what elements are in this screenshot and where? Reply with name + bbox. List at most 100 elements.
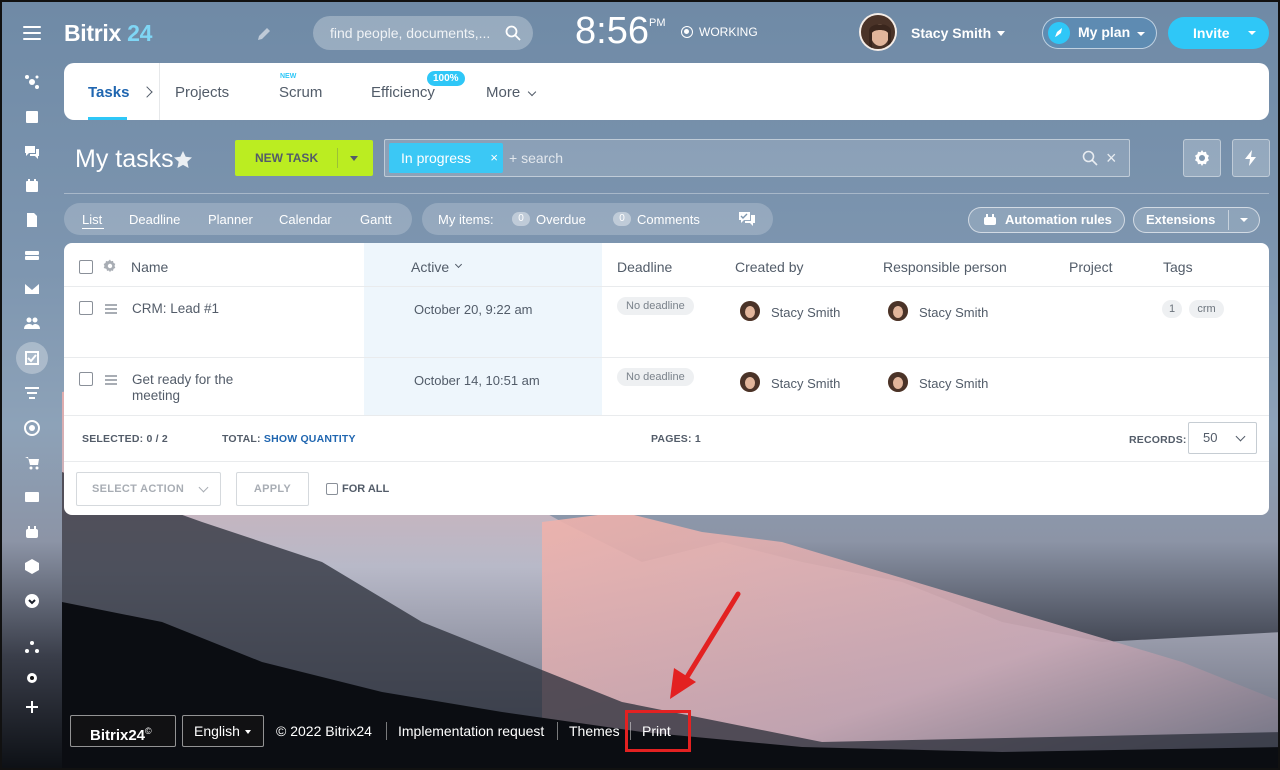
menu-icon[interactable] xyxy=(23,26,41,40)
user-menu-caret-icon[interactable] xyxy=(997,31,1005,36)
mail-icon[interactable] xyxy=(21,278,43,300)
row-checkbox[interactable] xyxy=(79,301,93,315)
column-header-project[interactable]: Project xyxy=(1069,259,1113,275)
tag-count-badge[interactable]: 1 xyxy=(1162,300,1182,318)
avatar[interactable] xyxy=(888,372,908,392)
read-all-chat-icon[interactable] xyxy=(738,211,756,227)
avatar[interactable] xyxy=(740,372,760,392)
search-icon[interactable] xyxy=(505,25,521,41)
view-deadline[interactable]: Deadline xyxy=(129,212,180,227)
chevron-down-icon[interactable] xyxy=(1240,218,1248,222)
invite-button[interactable]: Invite xyxy=(1168,17,1269,49)
view-planner[interactable]: Planner xyxy=(208,212,253,227)
star-icon[interactable] xyxy=(173,150,193,170)
row-checkbox[interactable] xyxy=(79,372,93,386)
bitrix24-footer-logo[interactable]: Bitrix24© xyxy=(70,715,176,747)
records-per-page-select[interactable]: 50 xyxy=(1188,422,1257,454)
select-action-dropdown[interactable]: SELECT ACTION xyxy=(76,472,221,506)
themes-link[interactable]: Themes xyxy=(569,723,620,739)
clear-filter-icon[interactable]: × xyxy=(1106,148,1117,169)
user-avatar[interactable] xyxy=(859,13,897,51)
settings-button[interactable] xyxy=(1183,139,1221,177)
app-logo[interactable]: Bitrix 24 xyxy=(64,20,152,47)
avatar[interactable] xyxy=(740,301,760,321)
filter-search-input[interactable]: + search xyxy=(509,150,563,166)
deadline-badge[interactable]: No deadline xyxy=(617,368,694,386)
box-icon[interactable] xyxy=(21,555,43,577)
more-icon[interactable] xyxy=(21,590,43,612)
view-list[interactable]: List xyxy=(82,212,102,227)
my-plan-button[interactable]: My plan xyxy=(1042,17,1157,49)
crm-icon[interactable] xyxy=(21,382,43,404)
documents-icon[interactable] xyxy=(21,209,43,231)
store-icon[interactable] xyxy=(21,452,43,474)
settings-icon[interactable] xyxy=(21,667,43,689)
new-task-button[interactable]: NEW TASK xyxy=(235,140,373,176)
marketing-icon[interactable] xyxy=(21,417,43,439)
select-all-checkbox[interactable] xyxy=(79,260,93,274)
user-name[interactable]: Stacy Smith xyxy=(911,25,991,41)
show-quantity-link[interactable]: SHOW QUANTITY xyxy=(264,433,356,445)
comments-count[interactable]: 0 xyxy=(613,212,631,226)
comments-link[interactable]: Comments xyxy=(637,212,700,227)
column-header-created-by[interactable]: Created by xyxy=(735,259,803,275)
automation-rules-button[interactable]: Automation rules xyxy=(968,207,1125,233)
tab-efficiency[interactable]: Efficiency xyxy=(371,84,435,101)
task-filter-search[interactable]: In progress × + search × xyxy=(384,139,1130,177)
sitemap-icon[interactable] xyxy=(21,636,43,658)
responsible-name[interactable]: Stacy Smith xyxy=(919,305,988,321)
implementation-request-link[interactable]: Implementation request xyxy=(398,723,544,739)
deadline-badge[interactable]: No deadline xyxy=(617,297,694,315)
responsible-name[interactable]: Stacy Smith xyxy=(919,376,988,392)
chevron-down-icon[interactable] xyxy=(1248,31,1256,35)
add-icon[interactable] xyxy=(21,696,43,718)
for-all-checkbox[interactable]: FOR ALL xyxy=(326,483,389,495)
created-by-name[interactable]: Stacy Smith xyxy=(771,305,840,321)
view-calendar[interactable]: Calendar xyxy=(279,212,332,227)
close-icon[interactable]: × xyxy=(490,143,498,173)
filter-chip-in-progress[interactable]: In progress × xyxy=(389,143,503,173)
global-search-input[interactable]: find people, documents,... xyxy=(313,16,533,50)
extensions-button[interactable]: Extensions xyxy=(1133,207,1260,233)
search-icon[interactable] xyxy=(1082,150,1098,166)
tab-tasks[interactable]: Tasks xyxy=(88,84,129,101)
edit-pencil-icon[interactable] xyxy=(256,26,272,42)
task-title[interactable]: CRM: Lead #1 xyxy=(132,301,219,317)
language-select[interactable]: English xyxy=(182,715,264,747)
view-switcher: List Deadline Planner Calendar Gantt xyxy=(64,203,412,235)
column-header-responsible[interactable]: Responsible person xyxy=(883,259,1007,275)
tab-more[interactable]: More xyxy=(486,84,520,101)
created-by-name[interactable]: Stacy Smith xyxy=(771,376,840,392)
column-header-name[interactable]: Name xyxy=(131,259,168,275)
live-feed-icon[interactable] xyxy=(21,71,43,93)
tasks-icon[interactable] xyxy=(16,342,48,374)
chevron-down-icon[interactable] xyxy=(527,87,537,97)
overdue-link[interactable]: Overdue xyxy=(536,212,586,227)
column-header-active[interactable]: Active xyxy=(411,259,449,275)
gear-icon[interactable] xyxy=(103,259,117,273)
checkbox[interactable] xyxy=(326,483,338,495)
tab-projects[interactable]: Projects xyxy=(175,84,229,101)
task-title[interactable]: Get ready for the meeting xyxy=(132,372,272,404)
overdue-count[interactable]: 0 xyxy=(512,212,530,226)
drive-icon[interactable] xyxy=(21,244,43,266)
feed-icon[interactable] xyxy=(21,106,43,128)
column-header-tags[interactable]: Tags xyxy=(1163,259,1193,275)
drag-handle-icon[interactable] xyxy=(105,375,117,385)
quick-actions-button[interactable] xyxy=(1232,139,1270,177)
drag-handle-icon[interactable] xyxy=(105,304,117,314)
automation-icon[interactable] xyxy=(21,521,43,543)
tag-badge[interactable]: crm xyxy=(1189,300,1224,318)
chevron-down-icon[interactable] xyxy=(350,156,358,161)
column-header-deadline[interactable]: Deadline xyxy=(617,259,672,275)
clock[interactable]: 8:56 xyxy=(575,10,649,53)
calendar-icon[interactable] xyxy=(21,175,43,197)
avatar[interactable] xyxy=(888,301,908,321)
view-gantt[interactable]: Gantt xyxy=(360,212,392,227)
contact-card-icon[interactable] xyxy=(21,486,43,508)
tab-scrum[interactable]: Scrum xyxy=(279,84,322,101)
working-status[interactable]: WORKING xyxy=(681,25,758,39)
employees-icon[interactable] xyxy=(21,312,43,334)
chat-icon[interactable] xyxy=(21,141,43,163)
apply-button[interactable]: APPLY xyxy=(236,472,309,506)
